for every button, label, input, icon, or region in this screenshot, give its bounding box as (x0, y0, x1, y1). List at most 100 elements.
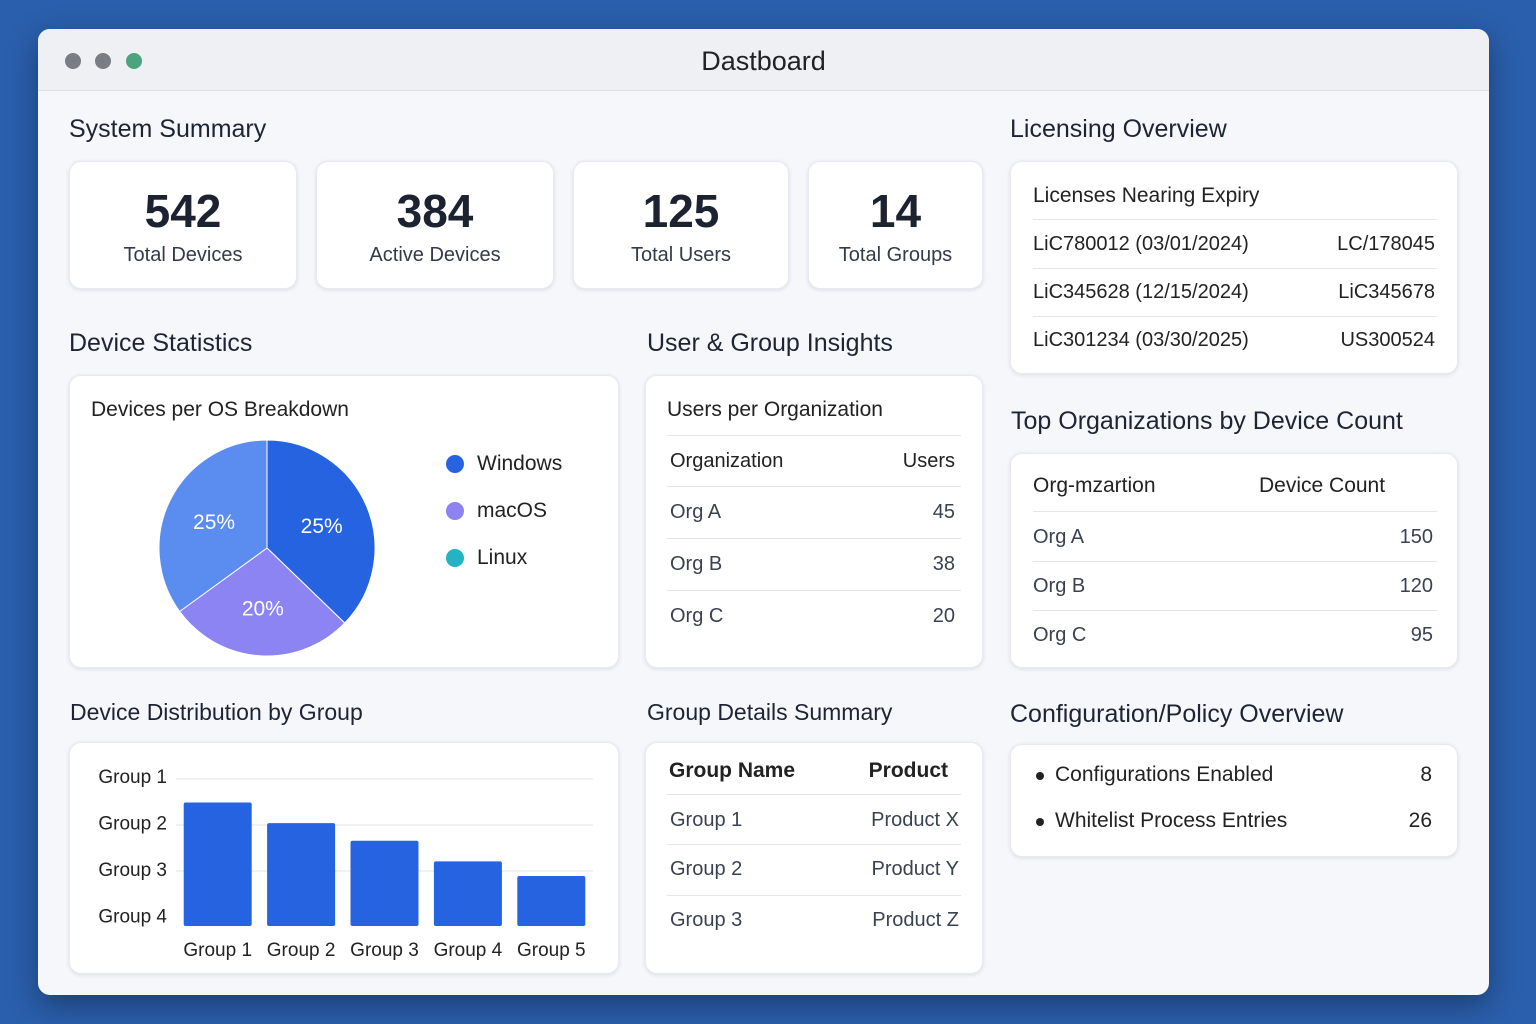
users-per-org-card: Users per Organization Organization User… (645, 375, 983, 668)
group-name: Group 1 (670, 809, 743, 831)
bar-group-4 (433, 861, 502, 926)
config-item-value: 26 (1408, 809, 1432, 832)
legend-swatch-linux (446, 549, 464, 567)
org-name: Org A (670, 501, 722, 523)
config-policy-card: Configurations Enabled 8 Whitelist Proce… (1010, 744, 1458, 857)
system-summary-title: System Summary (69, 115, 267, 143)
licenses-expiry-title: Licenses Nearing Expiry (1033, 184, 1260, 207)
os-breakdown-card: Devices per OS Breakdown 25% 20% 25% Windo… (69, 375, 619, 668)
column-header-users: Users (902, 450, 955, 472)
divider (1033, 561, 1437, 562)
stat-card-total-groups: 14 Total Groups (808, 161, 983, 289)
divider (667, 794, 961, 795)
dashboard-window: Dastboard System Summary 542 Total Devic… (38, 29, 1489, 995)
column-header-product: Product (868, 759, 948, 782)
divider (667, 590, 961, 591)
column-header-group-name: Group Name (669, 759, 796, 782)
divider (1033, 610, 1437, 611)
bar-group-3 (350, 840, 419, 926)
stat-card-active-devices: 384 Active Devices (316, 161, 554, 289)
license-id: LiC780012 (03/01/2024) (1033, 233, 1249, 255)
stat-card-total-devices: 542 Total Devices (69, 161, 297, 289)
config-item-label: Whitelist Process Entries (1055, 809, 1288, 832)
users-per-org-title: Users per Organization (667, 398, 883, 421)
stat-label: Total Devices (123, 244, 243, 266)
config-item-label: Configurations Enabled (1055, 763, 1274, 786)
legend-label-linux: Linux (477, 546, 528, 569)
org-device-count: 95 (1410, 624, 1433, 646)
os-pie-chart: 25% 20% 25% (158, 439, 376, 657)
license-id: LiC301234 (03/30/2025) (1033, 329, 1249, 351)
group-product: Product Y (871, 858, 959, 880)
licensing-card: Licenses Nearing Expiry LiC780012 (03/01… (1010, 161, 1458, 374)
divider (667, 486, 961, 487)
stat-value: 542 (144, 185, 222, 237)
y-tick-label: Group 3 (98, 860, 167, 881)
org-users: 38 (932, 553, 955, 575)
stat-value: 384 (396, 185, 474, 237)
bullet-icon (1036, 772, 1044, 780)
stat-label: Active Devices (369, 244, 501, 266)
org-users: 20 (932, 605, 955, 627)
column-header-organization: Organization (670, 450, 784, 472)
x-tick-label: Group 2 (267, 940, 336, 961)
config-item-value: 8 (1420, 763, 1432, 786)
y-tick-label: Group 4 (98, 907, 167, 928)
org-name: Org B (1033, 575, 1086, 597)
title-bar: Dastboard (38, 29, 1489, 91)
stat-value: 125 (642, 185, 720, 237)
legend-swatch-windows (446, 455, 464, 473)
org-users: 45 (932, 501, 955, 523)
divider (667, 844, 961, 845)
x-tick-label: Group 5 (517, 940, 586, 961)
device-distribution-card: Group 1 Group 2 Group 3 Group 4 Group 1 Group… (69, 742, 619, 974)
legend-label-windows: Windows (477, 452, 563, 475)
pie-label-macos: 20% (242, 597, 284, 620)
divider (1033, 511, 1437, 512)
pie-label-linux: 25% (193, 511, 235, 534)
device-distribution-title: Device Distribution by Group (70, 699, 363, 725)
org-name: Org B (670, 553, 723, 575)
x-tick-label: Group 3 (350, 940, 419, 961)
window-title: Dastboard (701, 46, 826, 76)
license-code: US300524 (1340, 329, 1435, 351)
legend-label-macos: macOS (477, 499, 548, 522)
group-bar-chart: Group 1 Group 2 Group 3 Group 4 Group 1 Group… (98, 767, 593, 961)
column-header-device-count: Device Count (1259, 474, 1386, 497)
org-name: Org C (670, 605, 724, 627)
license-code: LC/178045 (1337, 233, 1435, 255)
divider (667, 435, 961, 436)
user-group-insights-title: User & Group Insights (647, 329, 893, 357)
bar-group-2 (267, 823, 336, 926)
stat-card-total-users: 125 Total Users (573, 161, 789, 289)
top-orgs-title: Top Organizations by Device Count (1011, 407, 1403, 435)
group-product: Product Z (872, 909, 959, 931)
divider (1033, 316, 1437, 317)
x-tick-label: Group 1 (183, 940, 252, 961)
stat-value: 14 (869, 185, 922, 237)
stat-label: Total Groups (838, 244, 953, 266)
licensing-overview-title: Licensing Overview (1010, 115, 1227, 143)
bar-group-1 (183, 802, 252, 926)
org-name: Org C (1033, 624, 1087, 646)
divider (667, 895, 961, 896)
org-name: Org A (1033, 526, 1085, 548)
x-tick-label: Group 4 (434, 940, 503, 961)
stat-label: Total Users (630, 244, 732, 266)
top-orgs-card: Org-mzartion Device Count Org A 150 Org … (1010, 453, 1458, 668)
group-name: Group 3 (670, 909, 743, 931)
bar-group-5 (517, 876, 586, 926)
org-device-count: 150 (1399, 526, 1433, 548)
config-policy-title: Configuration/Policy Overview (1010, 700, 1344, 728)
org-device-count: 120 (1399, 575, 1433, 597)
group-details-card: Group Name Product Group 1 Product X Gro… (645, 742, 983, 974)
y-tick-label: Group 1 (98, 767, 167, 788)
license-code: LiC345678 (1338, 281, 1435, 303)
group-product: Product X (871, 809, 959, 831)
os-breakdown-title: Devices per OS Breakdown (91, 398, 349, 421)
device-statistics-title: Device Statistics (69, 329, 253, 357)
pie-label-windows: 25% (301, 515, 343, 538)
group-details-title: Group Details Summary (647, 699, 893, 725)
group-name: Group 2 (670, 858, 743, 880)
license-id: LiC345628 (12/15/2024) (1033, 281, 1249, 303)
